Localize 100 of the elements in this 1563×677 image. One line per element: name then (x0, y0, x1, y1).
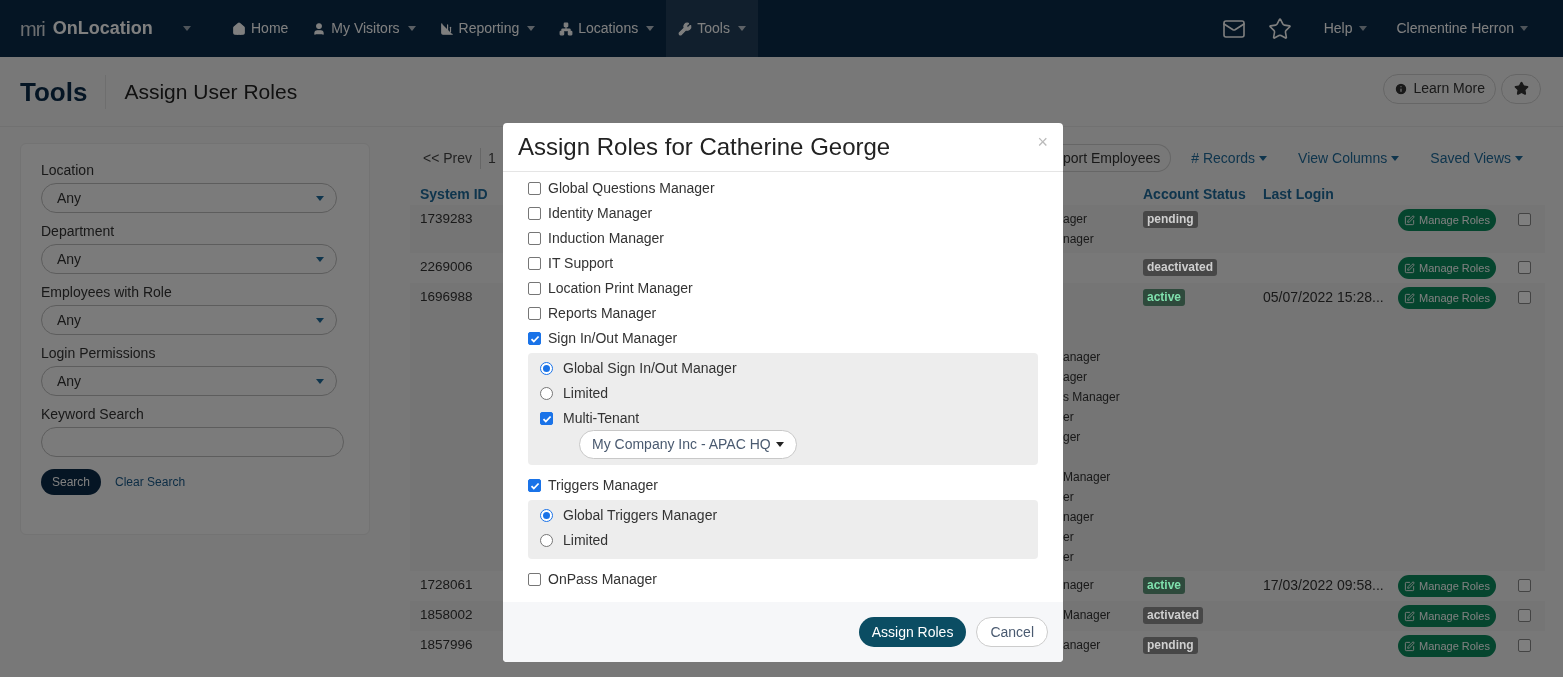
edit-icon (1404, 292, 1415, 304)
role-text: er (1063, 489, 1075, 506)
page-number[interactable]: 1 (481, 147, 496, 169)
user-menu[interactable]: Clementine Herron (1396, 18, 1528, 39)
caret-icon (646, 26, 655, 31)
table-cell-text: 1728061 (419, 576, 474, 594)
star-icon[interactable] (1267, 16, 1292, 41)
filter-select[interactable]: Any (41, 366, 337, 396)
table-cell-text: 2269006 (419, 258, 474, 276)
role-text: anager (1063, 349, 1102, 366)
filter-select[interactable]: Any (41, 305, 337, 335)
role-text: Manager (1063, 607, 1112, 624)
status-badge: active (1143, 289, 1186, 306)
radio-button[interactable] (540, 387, 553, 400)
wrench-icon (678, 21, 693, 36)
checkbox[interactable] (528, 257, 541, 270)
row-checkbox[interactable] (1518, 291, 1531, 304)
status-badge: pending (1143, 211, 1198, 228)
page-title: Assign User Roles (123, 78, 298, 105)
radio-button[interactable] (540, 362, 553, 375)
status-badge: activated (1143, 607, 1204, 624)
filter-label: Employees with Role (41, 283, 173, 302)
filter-label: Department (41, 222, 116, 241)
nav-label: Reporting (458, 19, 520, 38)
edit-icon (1404, 262, 1415, 274)
role-text: s Manager (1063, 389, 1121, 406)
edit-icon (1404, 214, 1415, 226)
search-button[interactable]: Search (41, 469, 102, 495)
role-label: OnPass Manager (548, 570, 657, 589)
row-checkbox[interactable] (1518, 639, 1531, 652)
edit-icon (1404, 580, 1415, 592)
status-badge: pending (1143, 637, 1198, 654)
caret-icon (316, 378, 324, 384)
records-dropdown[interactable]: # Records (1191, 147, 1268, 169)
nav-label: My Visitors (331, 19, 400, 38)
table-cell-text: 1857996 (419, 636, 474, 654)
manage-roles-button[interactable]: Manage Roles (1398, 635, 1496, 657)
previous-page-link[interactable]: << Prev (410, 147, 482, 169)
caret-icon (316, 256, 324, 262)
bar-chart-icon (439, 21, 454, 36)
assign-roles-button[interactable]: Assign Roles (858, 617, 967, 647)
row-checkbox[interactable] (1518, 609, 1531, 622)
row-checkbox[interactable] (1518, 579, 1531, 592)
nav-menu-item[interactable]: Home (220, 0, 301, 57)
option-label: Global Triggers Manager (563, 506, 718, 525)
role-text: er (1063, 549, 1075, 566)
tenant-dropdown[interactable]: My Company Inc - APAC HQ (579, 430, 797, 459)
manage-roles-button[interactable]: Manage Roles (1398, 575, 1496, 597)
role-text: er (1063, 409, 1075, 426)
radio-button[interactable] (540, 509, 553, 522)
nav-menu-item[interactable]: Reporting (427, 0, 548, 57)
nav-label: Home (251, 19, 289, 38)
clear-search-link[interactable]: Clear Search (115, 473, 186, 491)
checkbox[interactable] (528, 573, 541, 586)
keyword-search-field[interactable] (41, 427, 344, 457)
status-badge: deactivated (1143, 259, 1218, 276)
caret-icon (737, 26, 746, 31)
checkbox[interactable] (528, 332, 541, 345)
manage-roles-button[interactable]: Manage Roles (1398, 605, 1496, 627)
role-text: anager (1063, 637, 1102, 654)
role-text: nager (1063, 231, 1095, 248)
option-label: Limited (563, 384, 609, 403)
network-icon (559, 21, 574, 36)
section-title: Tools (20, 74, 107, 109)
radio-button[interactable] (540, 534, 553, 547)
filter-select[interactable]: Any (41, 244, 337, 274)
role-text: nager (1063, 509, 1095, 526)
saved-views-dropdown[interactable]: Saved Views (1430, 147, 1523, 169)
logo-mark: mri (20, 16, 45, 42)
checkbox[interactable] (528, 307, 541, 320)
table-cell-text: 1739283 (419, 210, 474, 228)
checkbox[interactable] (528, 182, 541, 195)
checkbox[interactable] (528, 207, 541, 220)
caret-icon (1515, 155, 1523, 161)
edit-icon (1404, 610, 1415, 622)
view-columns-dropdown[interactable]: View Columns (1298, 147, 1400, 169)
caret-icon (316, 195, 324, 201)
role-label: Induction Manager (548, 229, 664, 248)
column-header[interactable]: Account Status (1143, 183, 1263, 205)
user-icon (312, 21, 327, 36)
help-menu[interactable]: Help (1323, 18, 1367, 39)
row-checkbox[interactable] (1518, 213, 1531, 226)
checkbox[interactable] (540, 412, 553, 425)
role-text: er (1063, 529, 1075, 546)
manage-roles-button[interactable]: Manage Roles (1398, 257, 1496, 279)
checkbox[interactable] (528, 282, 541, 295)
checkbox[interactable] (528, 232, 541, 245)
manage-roles-button[interactable]: Manage Roles (1398, 287, 1496, 309)
role-label: Location Print Manager (548, 279, 693, 298)
column-header[interactable]: Last Login (1263, 183, 1398, 205)
nav-menu-item[interactable]: My Visitors (300, 0, 428, 57)
row-checkbox[interactable] (1518, 261, 1531, 274)
filter-select[interactable]: Any (41, 183, 337, 213)
role-text: ager (1063, 211, 1089, 228)
role-text: ager (1063, 369, 1089, 386)
cancel-button[interactable]: Cancel (976, 617, 1048, 647)
nav-label: Locations (578, 19, 639, 38)
nav-menu-item[interactable]: Locations (547, 0, 667, 57)
checkbox[interactable] (528, 479, 541, 492)
manage-roles-button[interactable]: Manage Roles (1398, 209, 1496, 231)
